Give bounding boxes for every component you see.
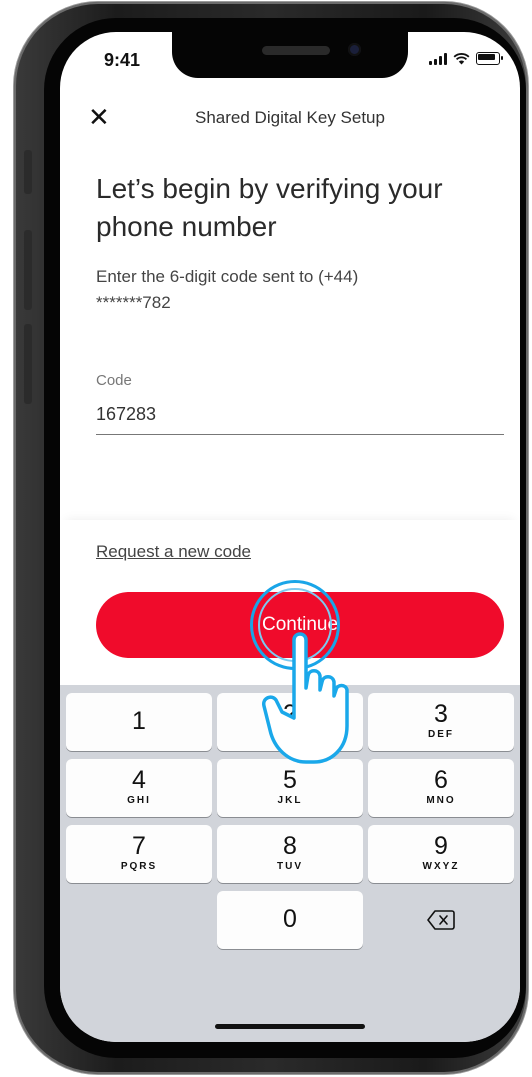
instruction-text: Enter the 6-digit code sent to (+44) ***… (96, 264, 506, 316)
instruction-line-1: Enter the 6-digit code sent to (+44) (96, 267, 359, 286)
mute-switch (24, 150, 32, 194)
page-heading: Let’s begin by verifying your phone numb… (96, 173, 443, 242)
camera-icon (348, 43, 361, 56)
status-time: 9:41 (104, 50, 141, 70)
key-6[interactable]: 6 MNO (368, 759, 514, 817)
key-1[interactable]: 1 (66, 693, 212, 751)
status-icons (429, 52, 503, 65)
nav-title: Shared Digital Key Setup (195, 108, 385, 127)
backspace-icon (427, 910, 455, 930)
request-new-code-link[interactable]: Request a new code (96, 542, 251, 562)
nav-bar: ✕ Shared Digital Key Setup (60, 96, 520, 140)
code-input[interactable] (96, 394, 504, 435)
battery-icon (476, 52, 503, 65)
key-4[interactable]: 4 GHI (66, 759, 212, 817)
wifi-icon (453, 52, 470, 64)
phone-screen: 9:41 ✕ Shared Digital Key Setup Let’s be… (60, 32, 520, 1042)
instruction-line-2: *******782 (96, 293, 171, 312)
signal-icon (429, 52, 447, 65)
notch (172, 32, 408, 78)
key-7[interactable]: 7 PQRS (66, 825, 212, 883)
delete-key[interactable] (368, 891, 514, 949)
key-3[interactable]: 3 DEF (368, 693, 514, 751)
volume-up-button (24, 230, 32, 310)
speaker (262, 46, 330, 55)
key-8[interactable]: 8 TUV (217, 825, 363, 883)
volume-down-button (24, 324, 32, 404)
phone-frame: 9:41 ✕ Shared Digital Key Setup Let’s be… (14, 2, 528, 1074)
home-indicator (215, 1024, 365, 1029)
pointing-hand-icon (262, 632, 349, 764)
content: Let’s begin by verifying your phone numb… (96, 170, 506, 316)
code-label: Code (96, 372, 132, 389)
key-0[interactable]: 0 (217, 891, 363, 949)
key-9[interactable]: 9 WXYZ (368, 825, 514, 883)
